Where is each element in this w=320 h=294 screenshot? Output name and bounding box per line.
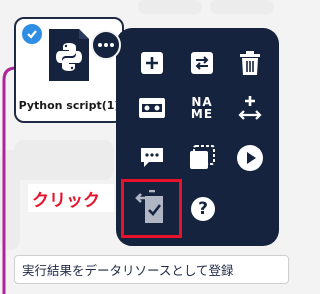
comment-icon [141, 148, 163, 167]
group-button[interactable] [184, 140, 220, 176]
check-icon [20, 22, 44, 46]
click-highlight-box [121, 179, 182, 238]
comment-button[interactable] [134, 140, 170, 176]
play-icon [237, 145, 263, 171]
plus-arrow-icon [238, 96, 262, 120]
add-link-button[interactable] [232, 90, 268, 126]
tooltip: 実行結果をデータリソースとして登録 [14, 255, 289, 284]
delete-button[interactable] [232, 45, 268, 81]
add-node-button[interactable] [134, 45, 170, 81]
tape-icon [139, 98, 165, 118]
dashed-frame-icon [190, 145, 215, 169]
swap-button[interactable] [184, 45, 220, 81]
name-text-icon: NA ME [190, 95, 214, 121]
plus-icon [141, 52, 163, 74]
tape-button[interactable] [134, 90, 170, 126]
more-horizontal-icon[interactable] [91, 30, 121, 60]
swap-arrows-icon [191, 52, 213, 74]
node-label: Python script(1) [18, 99, 120, 112]
python-file-icon [49, 29, 89, 85]
run-button[interactable] [232, 140, 268, 176]
rename-button[interactable]: NA ME [183, 88, 221, 128]
help-button[interactable]: ? [185, 191, 221, 227]
trash-icon [240, 51, 260, 75]
click-annotation-label: クリック [28, 184, 114, 212]
